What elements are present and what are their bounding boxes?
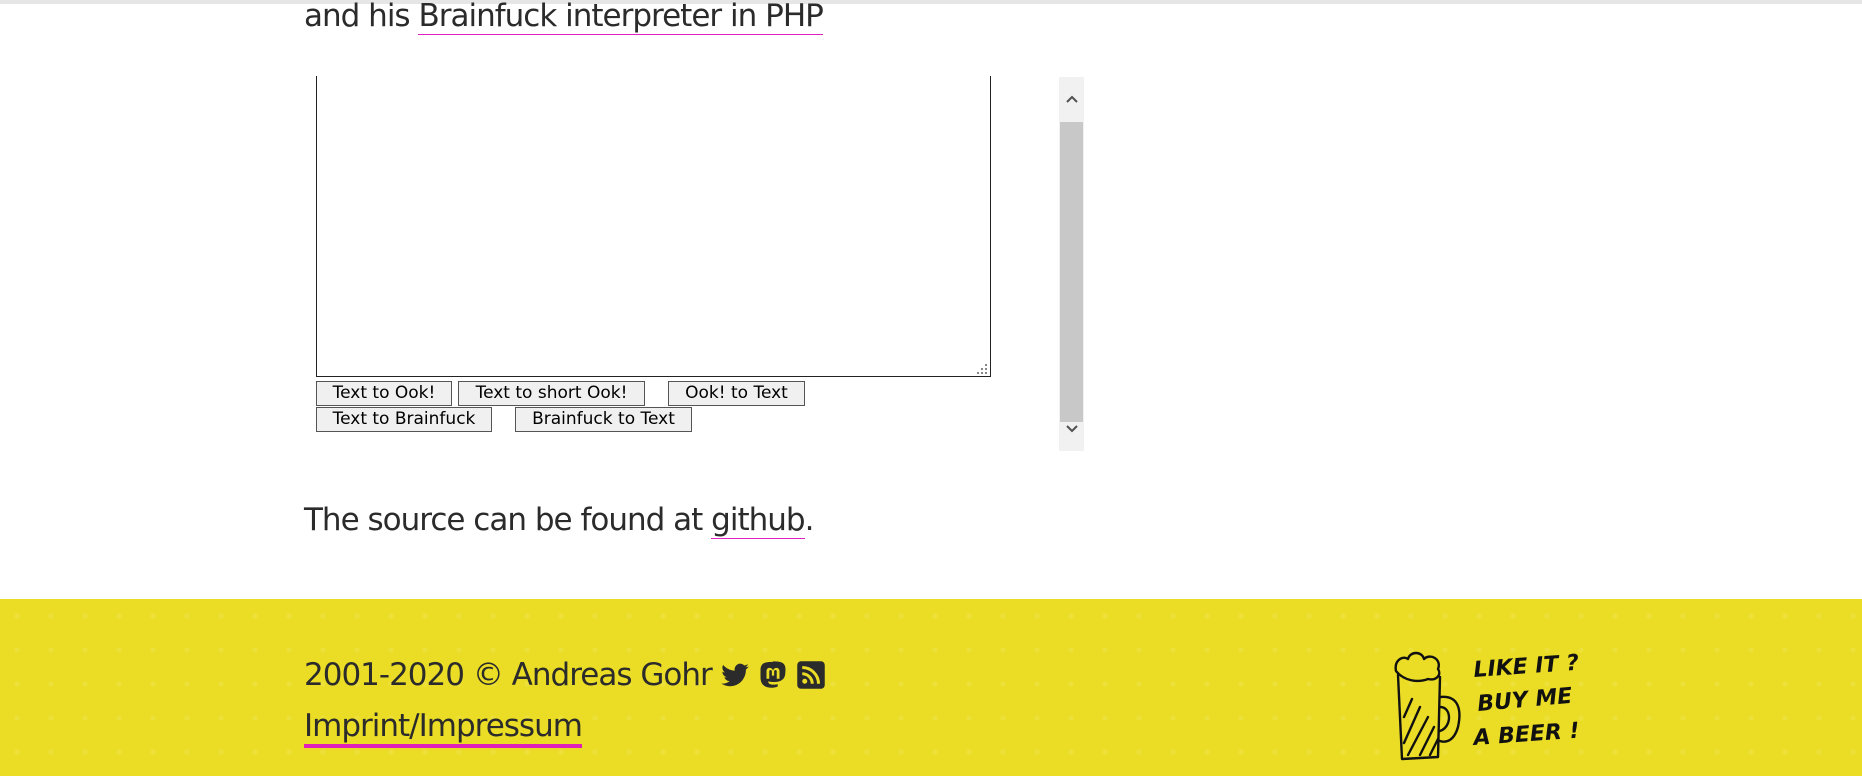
copyright-text: 2001-2020 © Andreas Gohr bbox=[304, 657, 713, 693]
beer-line-3: A BEER ! bbox=[1471, 719, 1581, 751]
text-to-ook-button[interactable]: Text to Ook! bbox=[316, 381, 452, 406]
copyright-line: 2001-2020 © Andreas Gohr bbox=[304, 655, 826, 695]
frame-scrollbar[interactable] bbox=[1059, 77, 1084, 451]
brainfuck-php-link[interactable]: Brainfuck interpreter in PHP bbox=[418, 0, 824, 35]
scroll-up-icon[interactable] bbox=[1059, 77, 1084, 121]
twitter-icon[interactable] bbox=[720, 660, 750, 690]
mastodon-icon[interactable] bbox=[758, 660, 788, 690]
beer-line-1: LIKE IT ? bbox=[1473, 651, 1580, 683]
text-to-brainfuck-button[interactable]: Text to Brainfuck bbox=[316, 407, 492, 432]
intro-text: and his Brainfuck interpreter in PHP bbox=[304, 0, 824, 35]
rss-icon[interactable] bbox=[796, 660, 826, 690]
buy-me-a-beer-icon[interactable]: LIKE IT ? BUY ME A BEER ! bbox=[1388, 647, 1598, 767]
site-footer: 2001-2020 © Andreas Gohr Imprint/Impress… bbox=[0, 599, 1862, 776]
ook-converter: Text to Ook! Text to short Ook! Ook! to … bbox=[316, 76, 994, 434]
ook-to-text-button[interactable]: Ook! to Text bbox=[668, 381, 805, 406]
text-to-short-ook-button[interactable]: Text to short Ook! bbox=[458, 381, 645, 406]
source-prefix: The source can be found at bbox=[304, 502, 712, 538]
beer-line-2: BUY ME bbox=[1476, 684, 1573, 717]
imprint-link[interactable]: Imprint/Impressum bbox=[304, 708, 583, 748]
brainfuck-to-text-button[interactable]: Brainfuck to Text bbox=[515, 407, 692, 432]
code-textarea[interactable] bbox=[316, 76, 991, 377]
source-suffix: . bbox=[804, 502, 815, 538]
page-top-border bbox=[0, 0, 1862, 4]
scroll-down-icon[interactable] bbox=[1059, 407, 1084, 451]
scrollbar-thumb[interactable] bbox=[1060, 122, 1083, 422]
source-text: The source can be found at github. bbox=[304, 502, 815, 539]
github-link[interactable]: github bbox=[711, 502, 806, 539]
resize-grip-icon[interactable] bbox=[976, 363, 988, 375]
intro-prefix: and his bbox=[304, 0, 419, 34]
